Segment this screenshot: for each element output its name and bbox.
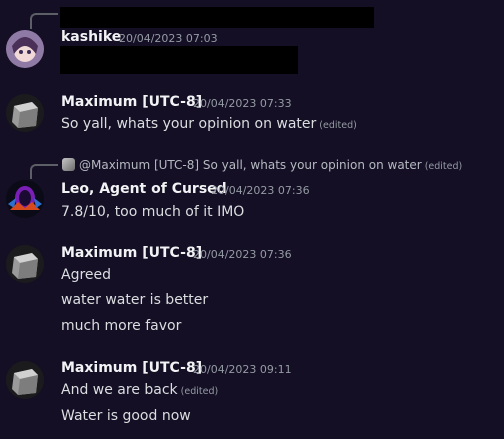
reply-message: So yall, whats your opinion on water <box>202 158 422 172</box>
message-text: And we are back (edited) <box>61 382 218 398</box>
edited-label: (edited) <box>180 386 219 397</box>
cube-avatar-icon <box>6 245 44 283</box>
redacted-message-content <box>60 46 298 74</box>
username[interactable]: Maximum [UTC-8] <box>61 94 202 110</box>
redacted-reply-preview <box>60 7 374 28</box>
message-text: much more favor <box>61 318 182 334</box>
username[interactable]: kashike <box>61 29 121 45</box>
cube-avatar-icon <box>6 361 44 399</box>
message-body: And we are back <box>61 382 178 398</box>
reply-author[interactable]: @Maximum [UTC-8] <box>79 158 199 172</box>
avatar[interactable] <box>6 361 44 399</box>
timestamp[interactable]: 20/04/2023 07:33 <box>193 97 292 110</box>
avatar[interactable] <box>6 180 44 218</box>
username[interactable]: Maximum [UTC-8] <box>61 360 202 376</box>
timestamp[interactable]: 20/04/2023 09:11 <box>193 363 292 376</box>
avatar[interactable] <box>6 245 44 283</box>
avatar[interactable] <box>6 30 44 68</box>
reply-preview[interactable]: @Maximum [UTC-8] So yall, whats your opi… <box>62 158 462 172</box>
timestamp[interactable]: 20/04/2023 07:36 <box>193 248 292 261</box>
avatar-art-icon <box>6 30 44 68</box>
message-text: So yall, whats your opinion on water (edi… <box>61 116 357 132</box>
cube-avatar-icon <box>6 94 44 132</box>
timestamp[interactable]: 20/04/2023 07:03 <box>119 32 218 45</box>
message-text: Water is good now <box>61 408 191 424</box>
edited-label: (edited) <box>319 120 357 131</box>
reply-connector <box>30 164 58 179</box>
edited-label: (edited) <box>424 161 463 172</box>
message-text: Agreed <box>61 267 112 283</box>
reply-connector <box>30 13 58 29</box>
message-text: water water is better <box>61 292 209 308</box>
message-text: 7.8/10, too much of it IMO <box>61 204 245 220</box>
username[interactable]: Maximum [UTC-8] <box>61 245 202 261</box>
cursed-avatar-icon <box>6 180 44 218</box>
message-body: So yall, whats your opinion on water <box>61 116 317 132</box>
username[interactable]: Leo, Agent of Cursed <box>61 181 227 197</box>
avatar[interactable] <box>6 94 44 132</box>
timestamp[interactable]: 20/04/2023 07:36 <box>211 184 310 197</box>
reply-avatar-icon <box>62 158 75 171</box>
